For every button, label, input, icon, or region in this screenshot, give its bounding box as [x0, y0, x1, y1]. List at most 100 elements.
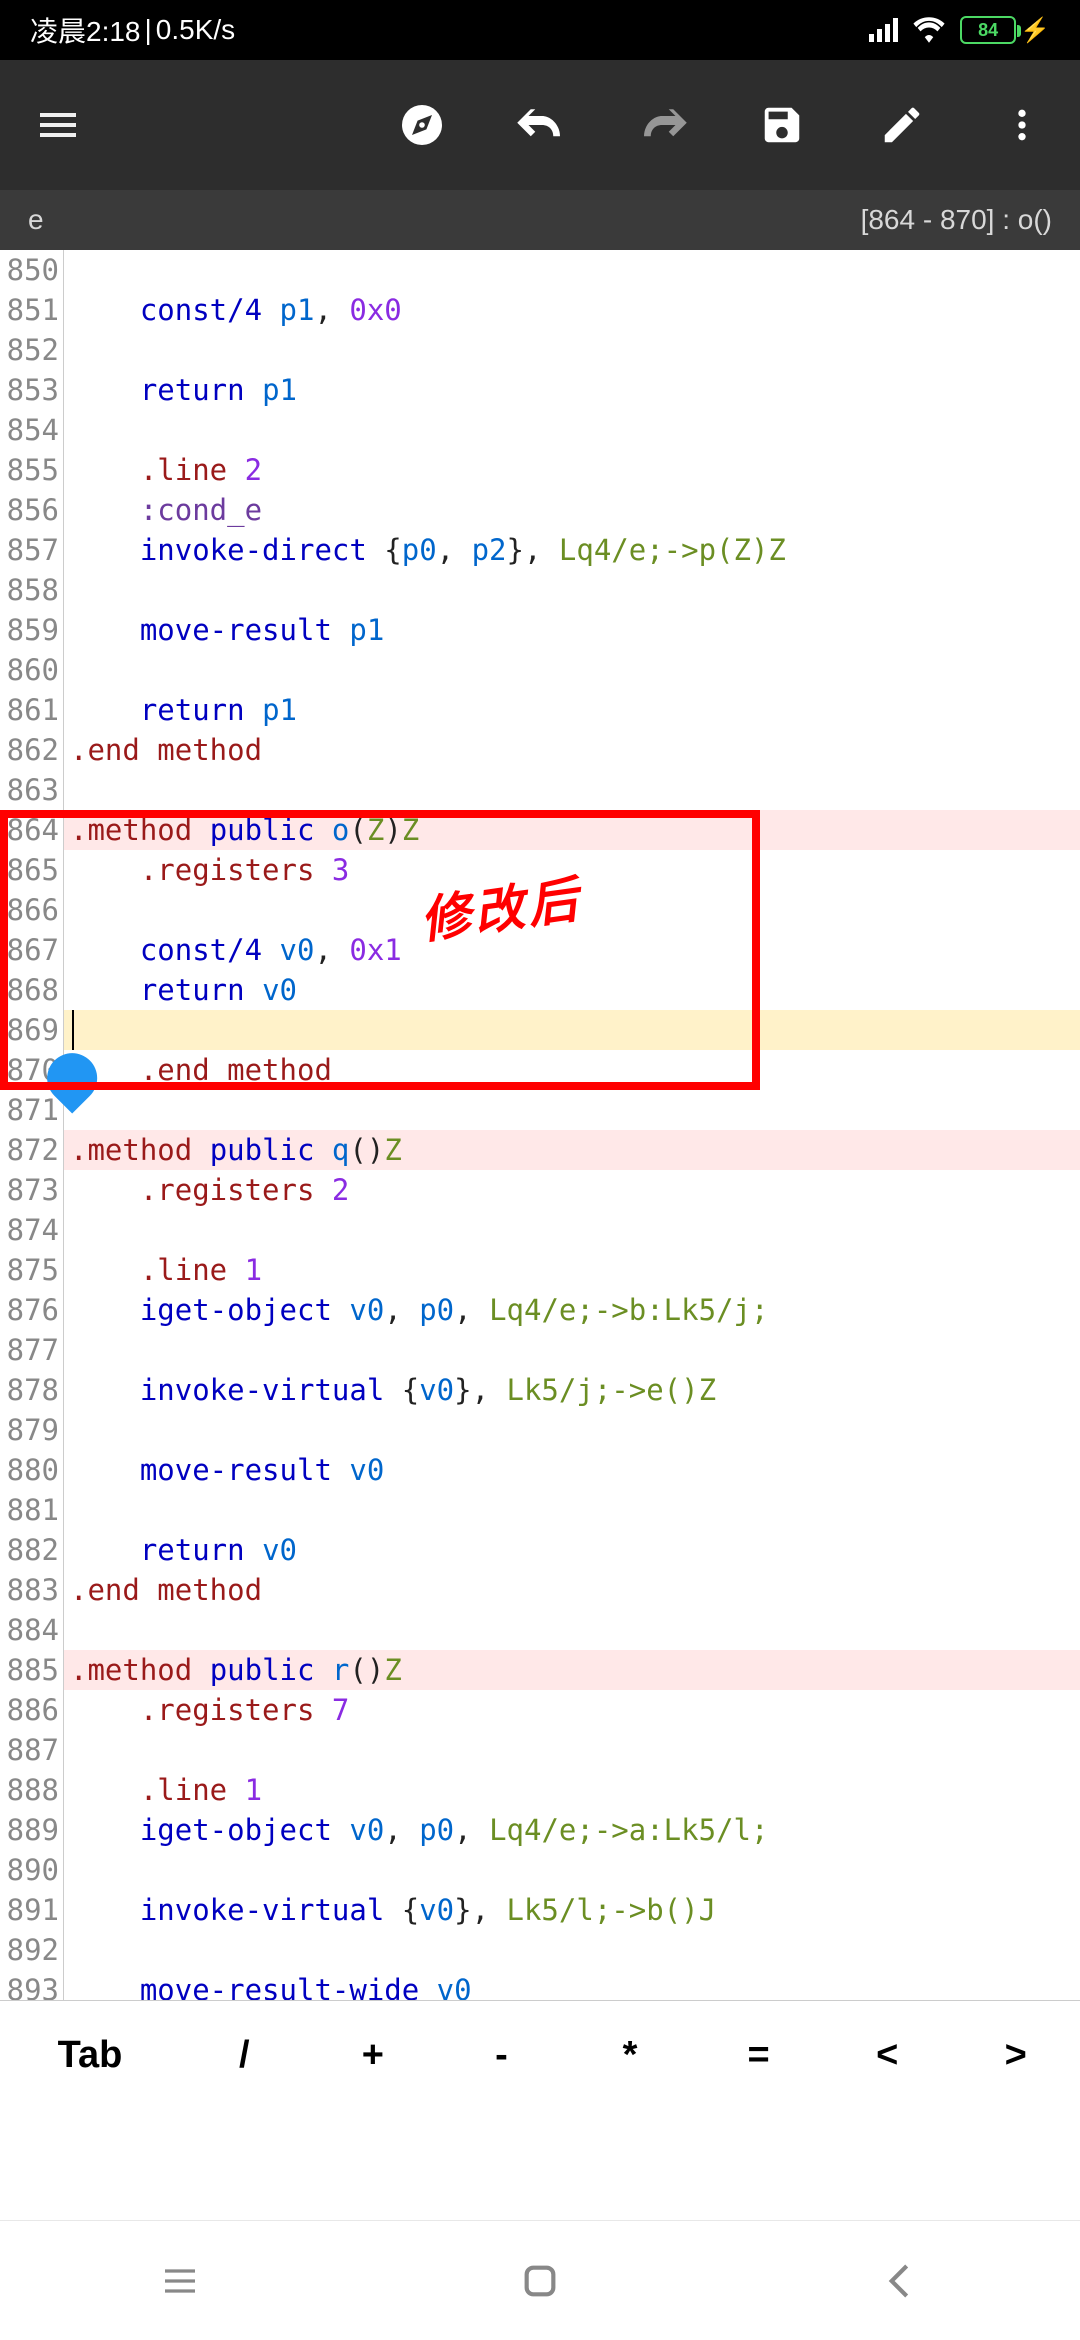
navigate-button[interactable] [392, 95, 452, 155]
line-content[interactable]: return v0 [64, 970, 1080, 1010]
key-slash[interactable]: / [180, 2001, 309, 2110]
code-line[interactable]: 858 [0, 570, 1080, 610]
line-content[interactable]: invoke-virtual {v0}, Lk5/j;->e()Z [64, 1370, 1080, 1410]
line-content[interactable]: .line 1 [64, 1770, 1080, 1810]
key-minus[interactable]: - [437, 2001, 566, 2110]
line-content[interactable] [64, 1930, 1080, 1970]
overflow-button[interactable] [992, 95, 1052, 155]
key-tab[interactable]: Tab [0, 2001, 180, 2110]
line-content[interactable] [64, 1330, 1080, 1370]
code-line[interactable]: 893 move-result-wide v0 [0, 1970, 1080, 2000]
line-content[interactable] [64, 770, 1080, 810]
code-line[interactable]: 874 [0, 1210, 1080, 1250]
code-line[interactable]: 868 return v0 [0, 970, 1080, 1010]
line-content[interactable] [64, 1730, 1080, 1770]
code-line[interactable]: 863 [0, 770, 1080, 810]
line-content[interactable] [64, 330, 1080, 370]
code-line[interactable]: 880 move-result v0 [0, 1450, 1080, 1490]
recents-button[interactable] [150, 2251, 210, 2311]
line-content[interactable]: move-result-wide v0 [64, 1970, 1080, 2000]
line-content[interactable]: invoke-virtual {v0}, Lk5/l;->b()J [64, 1890, 1080, 1930]
key-plus[interactable]: + [309, 2001, 438, 2110]
save-button[interactable] [752, 95, 812, 155]
code-line[interactable]: 891 invoke-virtual {v0}, Lk5/l;->b()J [0, 1890, 1080, 1930]
line-content[interactable]: .line 2 [64, 450, 1080, 490]
key-eq[interactable]: = [694, 2001, 823, 2110]
line-content[interactable]: :cond_e [64, 490, 1080, 530]
undo-button[interactable] [512, 95, 572, 155]
code-line[interactable]: 852 [0, 330, 1080, 370]
line-content[interactable]: return v0 [64, 1530, 1080, 1570]
code-line[interactable]: 854 [0, 410, 1080, 450]
line-content[interactable]: move-result p1 [64, 610, 1080, 650]
code-line[interactable]: 887 [0, 1730, 1080, 1770]
line-content[interactable]: iget-object v0, p0, Lq4/e;->a:Lk5/l; [64, 1810, 1080, 1850]
code-line[interactable]: 872.method public q()Z [0, 1130, 1080, 1170]
tab-label[interactable]: e [28, 204, 44, 236]
code-line[interactable]: 882 return v0 [0, 1530, 1080, 1570]
code-line[interactable]: 885.method public r()Z [0, 1650, 1080, 1690]
code-line[interactable]: 857 invoke-direct {p0, p2}, Lq4/e;->p(Z)… [0, 530, 1080, 570]
key-lt[interactable]: < [823, 2001, 952, 2110]
line-content[interactable] [64, 570, 1080, 610]
line-content[interactable] [64, 1410, 1080, 1450]
code-line[interactable]: 879 [0, 1410, 1080, 1450]
code-line[interactable]: 870 .end method [0, 1050, 1080, 1090]
line-content[interactable] [64, 250, 1080, 290]
code-line[interactable]: 861 return p1 [0, 690, 1080, 730]
line-content[interactable]: return p1 [64, 690, 1080, 730]
line-content[interactable]: .method public q()Z [64, 1130, 1080, 1170]
line-content[interactable]: return p1 [64, 370, 1080, 410]
code-line[interactable]: 884 [0, 1610, 1080, 1650]
redo-button[interactable] [632, 95, 692, 155]
code-line[interactable]: 876 iget-object v0, p0, Lq4/e;->b:Lk5/j; [0, 1290, 1080, 1330]
code-line[interactable]: 883.end method [0, 1570, 1080, 1610]
code-line[interactable]: 860 [0, 650, 1080, 690]
line-content[interactable]: .end method [64, 1570, 1080, 1610]
line-content[interactable]: invoke-direct {p0, p2}, Lq4/e;->p(Z)Z [64, 530, 1080, 570]
code-line[interactable]: 873 .registers 2 [0, 1170, 1080, 1210]
code-line[interactable]: 889 iget-object v0, p0, Lq4/e;->a:Lk5/l; [0, 1810, 1080, 1850]
code-line[interactable]: 881 [0, 1490, 1080, 1530]
code-line[interactable]: 890 [0, 1850, 1080, 1890]
code-line[interactable]: 853 return p1 [0, 370, 1080, 410]
code-line[interactable]: 867 const/4 v0, 0x1 [0, 930, 1080, 970]
line-content[interactable]: iget-object v0, p0, Lq4/e;->b:Lk5/j; [64, 1290, 1080, 1330]
line-content[interactable] [64, 650, 1080, 690]
key-star[interactable]: * [566, 2001, 695, 2110]
code-line[interactable]: 862.end method [0, 730, 1080, 770]
code-line[interactable]: 850 [0, 250, 1080, 290]
line-content[interactable]: .line 1 [64, 1250, 1080, 1290]
line-content[interactable]: const/4 v0, 0x1 [64, 930, 1080, 970]
line-content[interactable]: .end method [64, 1050, 1080, 1090]
line-content[interactable] [64, 410, 1080, 450]
code-line[interactable]: 851 const/4 p1, 0x0 [0, 290, 1080, 330]
line-content[interactable]: .registers 7 [64, 1690, 1080, 1730]
key-gt[interactable]: > [951, 2001, 1080, 2110]
code-line[interactable]: 877 [0, 1330, 1080, 1370]
code-editor[interactable]: 850851 const/4 p1, 0x0852853 return p185… [0, 250, 1080, 2000]
line-content[interactable]: move-result v0 [64, 1450, 1080, 1490]
line-content[interactable]: .registers 2 [64, 1170, 1080, 1210]
line-content[interactable]: const/4 p1, 0x0 [64, 290, 1080, 330]
code-line[interactable]: 856 :cond_e [0, 490, 1080, 530]
edit-button[interactable] [872, 95, 932, 155]
home-button[interactable] [510, 2251, 570, 2311]
code-line[interactable]: 886 .registers 7 [0, 1690, 1080, 1730]
code-line[interactable]: 888 .line 1 [0, 1770, 1080, 1810]
code-line[interactable]: 878 invoke-virtual {v0}, Lk5/j;->e()Z [0, 1370, 1080, 1410]
code-line[interactable]: 892 [0, 1930, 1080, 1970]
line-content[interactable] [64, 1490, 1080, 1530]
code-line[interactable]: 869 [0, 1010, 1080, 1050]
line-content[interactable] [64, 1010, 1080, 1050]
code-line[interactable]: 859 move-result p1 [0, 610, 1080, 650]
back-button[interactable] [870, 2251, 930, 2311]
line-content[interactable]: .method public o(Z)Z [64, 810, 1080, 850]
line-content[interactable] [64, 1090, 1080, 1130]
menu-button[interactable] [28, 95, 88, 155]
line-content[interactable] [64, 1210, 1080, 1250]
code-line[interactable]: 871 [0, 1090, 1080, 1130]
code-line[interactable]: 864.method public o(Z)Z [0, 810, 1080, 850]
line-content[interactable] [64, 1850, 1080, 1890]
line-content[interactable] [64, 1610, 1080, 1650]
